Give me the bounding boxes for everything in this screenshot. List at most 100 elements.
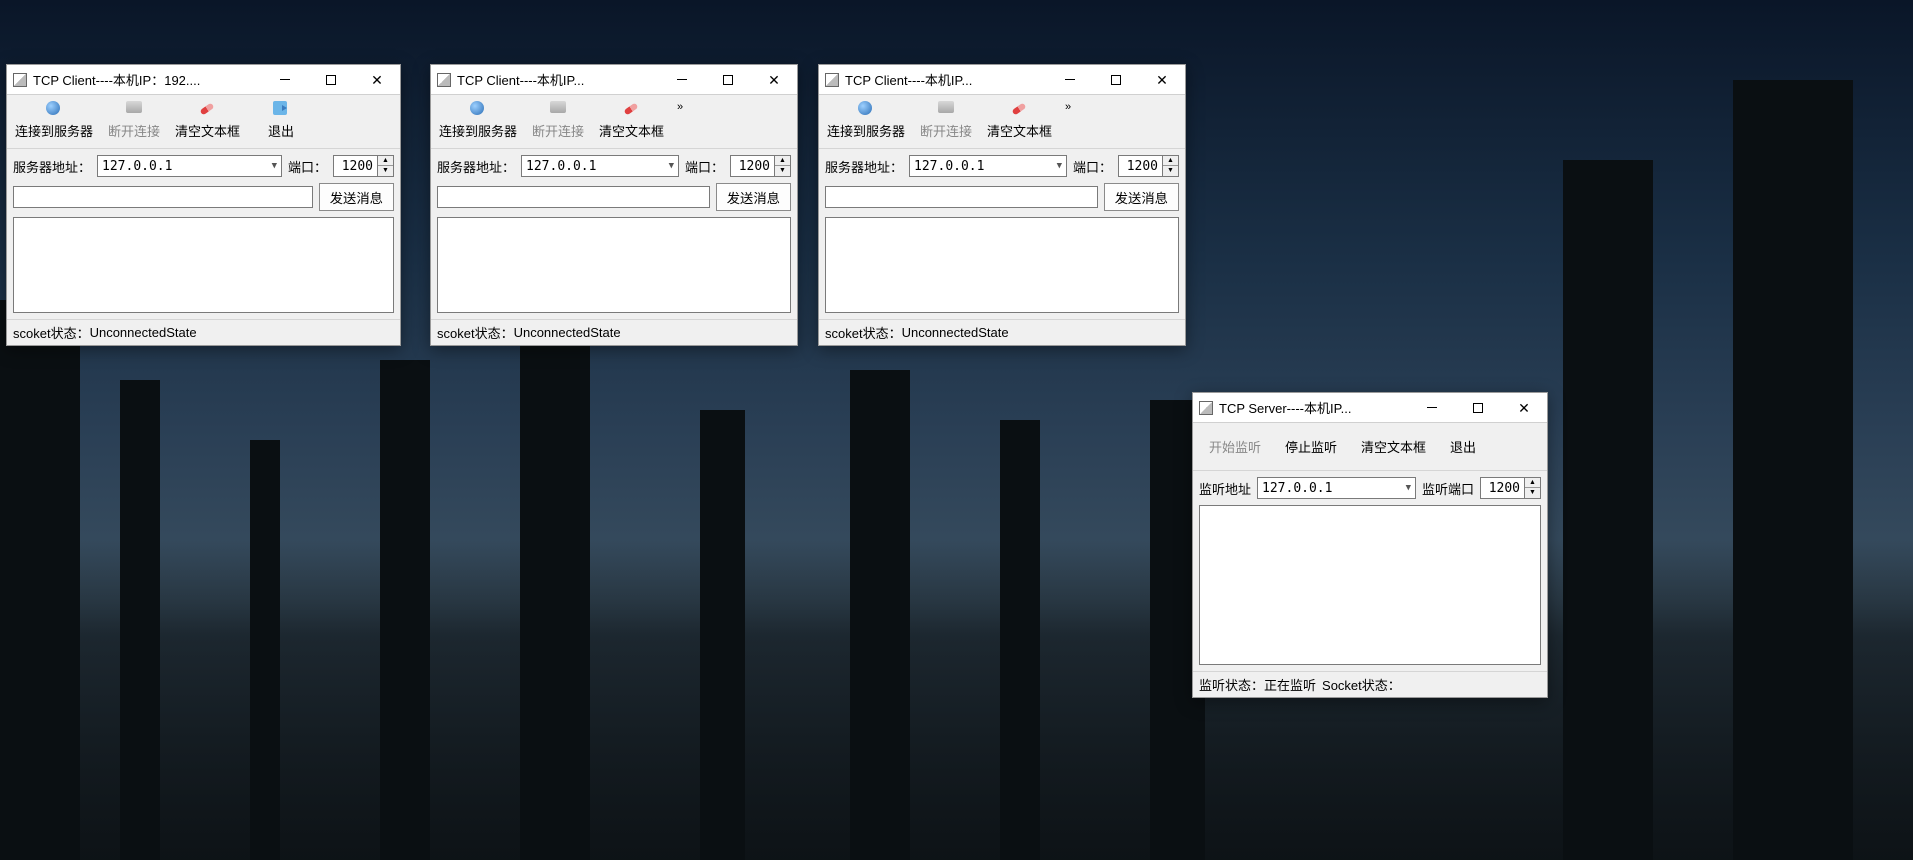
client-body: 服务器地址： 127.0.0.1▼ 端口： ▲▼ 发送消息 (7, 149, 400, 319)
minimize-button[interactable] (1409, 393, 1455, 423)
connect-label: 连接到服务器 (15, 121, 93, 140)
spin-up-icon[interactable]: ▲ (775, 156, 790, 166)
log-textarea[interactable] (13, 217, 394, 313)
clear-label: 清空文本框 (175, 121, 240, 140)
stop-listen-label: 停止监听 (1285, 437, 1337, 456)
disconnect-label: 断开连接 (532, 121, 584, 140)
socket-status-value: UnconnectedState (90, 325, 197, 340)
port-input[interactable] (1118, 155, 1162, 177)
listen-addr-label: 监听地址 (1199, 479, 1251, 498)
server-addr-combo[interactable]: 127.0.0.1 ▼ (521, 155, 679, 177)
toolbar: 连接到服务器 断开连接 清空文本框 » (819, 95, 1185, 149)
maximize-button[interactable] (1455, 393, 1501, 423)
exit-label: 退出 (268, 121, 294, 140)
spin-down-icon[interactable]: ▼ (378, 166, 393, 176)
maximize-button[interactable] (705, 65, 751, 95)
spin-up-icon[interactable]: ▲ (1163, 156, 1178, 166)
stop-listen-button[interactable]: 停止监听 (1273, 431, 1349, 462)
connect-button[interactable]: 连接到服务器 (433, 99, 523, 142)
close-button[interactable]: ✕ (751, 65, 797, 95)
log-textarea[interactable] (1199, 505, 1541, 665)
exit-button[interactable]: 退出 (246, 99, 316, 142)
message-input[interactable] (825, 186, 1098, 208)
listen-addr-combo[interactable]: 127.0.0.1▼ (1257, 477, 1416, 499)
window-title: TCP Client----本机IP... (457, 70, 659, 89)
port-input[interactable] (730, 155, 774, 177)
connect-button[interactable]: 连接到服务器 (821, 99, 911, 142)
port-spinbox[interactable]: ▲▼ (730, 155, 791, 177)
status-bar: 监听状态： 正在监听 Socket状态： (1193, 671, 1547, 697)
server-addr-combo[interactable]: 127.0.0.1 ▼ (909, 155, 1067, 177)
listen-port-spinbox[interactable]: ▲▼ (1480, 477, 1541, 499)
exit-label: 退出 (1450, 437, 1476, 456)
status-bar: scoket状态： UnconnectedState (7, 319, 400, 345)
toolbar: 连接到服务器 断开连接 清空文本框 » (431, 95, 797, 149)
app-icon (1199, 401, 1213, 415)
server-addr-value: 127.0.0.1 (526, 159, 596, 174)
window-title: TCP Client----本机IP：192.... (33, 70, 262, 89)
port-spinbox[interactable]: ▲▼ (333, 155, 394, 177)
titlebar[interactable]: TCP Server----本机IP... ✕ (1193, 393, 1547, 423)
socket-status-label: Socket状态： (1322, 675, 1401, 694)
clear-button[interactable]: 清空文本框 (1349, 431, 1438, 462)
log-textarea[interactable] (825, 217, 1179, 313)
disconnect-button[interactable]: 断开连接 (99, 99, 169, 142)
start-listen-button[interactable]: 开始监听 (1197, 431, 1273, 462)
toolbar-overflow-button[interactable]: » (670, 99, 690, 142)
minimize-button[interactable] (659, 65, 705, 95)
listen-port-label: 监听端口 (1422, 479, 1474, 498)
tcp-client-window-1: TCP Client----本机IP：192.... ✕ 连接到服务器 断开连接… (6, 64, 401, 346)
listen-status-label: 监听状态： (1199, 675, 1264, 694)
exit-button[interactable]: 退出 (1438, 431, 1488, 462)
port-spinbox[interactable]: ▲▼ (1118, 155, 1179, 177)
disconnect-button[interactable]: 断开连接 (911, 99, 981, 142)
server-addr-combo[interactable]: 127.0.0.1▼ (97, 155, 282, 177)
send-button[interactable]: 发送消息 (1104, 183, 1179, 211)
toolbar-overflow-button[interactable]: » (1058, 99, 1078, 142)
server-addr-value: 127.0.0.1 (914, 159, 984, 174)
socket-status-label: scoket状态： (825, 323, 902, 342)
titlebar[interactable]: TCP Client----本机IP：192.... ✕ (7, 65, 400, 95)
port-input[interactable] (333, 155, 377, 177)
send-button[interactable]: 发送消息 (319, 183, 394, 211)
spin-down-icon[interactable]: ▼ (1163, 166, 1178, 176)
message-input[interactable] (437, 186, 710, 208)
log-textarea[interactable] (437, 217, 791, 313)
close-button[interactable]: ✕ (354, 65, 400, 95)
send-button[interactable]: 发送消息 (716, 183, 791, 211)
chevron-down-icon: ▼ (1057, 161, 1062, 171)
close-button[interactable]: ✕ (1501, 393, 1547, 423)
spin-down-icon[interactable]: ▼ (1525, 488, 1540, 498)
socket-status-value: UnconnectedState (902, 325, 1009, 340)
titlebar[interactable]: TCP Client----本机IP... ✕ (431, 65, 797, 95)
client-body: 服务器地址： 127.0.0.1▼ 端口： ▲▼ 发送消息 (431, 149, 797, 319)
disconnect-label: 断开连接 (108, 121, 160, 140)
chevron-down-icon: ▼ (272, 161, 277, 171)
disconnect-label: 断开连接 (920, 121, 972, 140)
spin-down-icon[interactable]: ▼ (775, 166, 790, 176)
maximize-button[interactable] (1093, 65, 1139, 95)
chevron-down-icon: ▼ (1406, 483, 1411, 493)
disconnect-button[interactable]: 断开连接 (523, 99, 593, 142)
connect-label: 连接到服务器 (827, 121, 905, 140)
chevron-down-icon: ▼ (669, 161, 674, 171)
socket-status-value: UnconnectedState (514, 325, 621, 340)
window-title: TCP Client----本机IP... (845, 70, 1047, 89)
minimize-button[interactable] (262, 65, 308, 95)
listen-port-input[interactable] (1480, 477, 1524, 499)
clear-button[interactable]: 清空文本框 (169, 99, 246, 142)
port-label: 端口： (685, 157, 724, 176)
spin-up-icon[interactable]: ▲ (1525, 478, 1540, 488)
titlebar[interactable]: TCP Client----本机IP... ✕ (819, 65, 1185, 95)
connect-button[interactable]: 连接到服务器 (9, 99, 99, 142)
clear-button[interactable]: 清空文本框 (981, 99, 1058, 142)
maximize-button[interactable] (308, 65, 354, 95)
clear-button[interactable]: 清空文本框 (593, 99, 670, 142)
app-icon (13, 73, 27, 87)
window-title: TCP Server----本机IP... (1219, 398, 1409, 417)
minimize-button[interactable] (1047, 65, 1093, 95)
clear-label: 清空文本框 (987, 121, 1052, 140)
close-button[interactable]: ✕ (1139, 65, 1185, 95)
spin-up-icon[interactable]: ▲ (378, 156, 393, 166)
message-input[interactable] (13, 186, 313, 208)
